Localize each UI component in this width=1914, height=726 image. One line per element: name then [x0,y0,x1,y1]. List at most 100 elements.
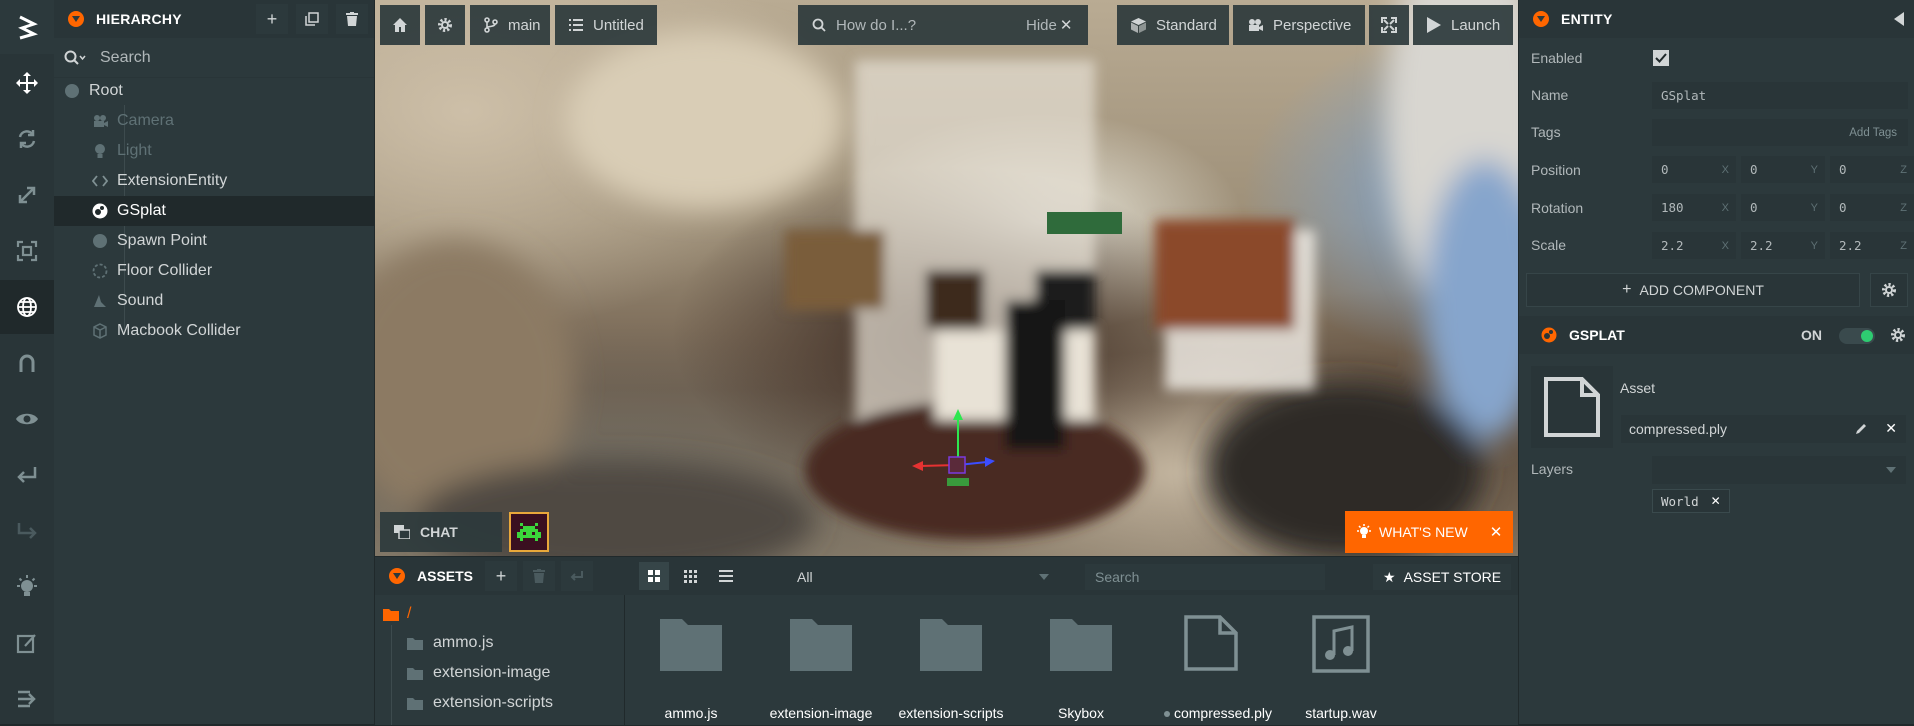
translate-tool-icon[interactable] [0,56,54,110]
asset-back-button[interactable] [561,561,593,591]
rotation-z-field[interactable]: 0Z [1830,194,1914,221]
large-grid-view-button[interactable] [639,562,669,590]
asset-tile-ammo-js[interactable] [626,617,756,717]
gsplat-component-header[interactable]: GSPLAT ON [1519,316,1914,354]
camera-icon [92,113,108,129]
asset-tile-startup-wav[interactable] [1276,615,1406,715]
undo-icon[interactable] [0,448,54,502]
tree-item-macbook-collider[interactable]: Macbook Collider [54,316,375,346]
gsplat-toggle[interactable] [1839,328,1875,344]
redo-icon[interactable] [0,504,54,558]
close-icon[interactable]: ✕ [1060,16,1073,34]
tree-item-light[interactable]: Light [54,136,375,166]
help-search[interactable]: How do I...? Hide ✕ [798,5,1088,45]
enabled-checkbox[interactable] [1653,50,1669,66]
scene-list-button[interactable]: Untitled [555,5,657,45]
scale-tool-icon[interactable] [0,168,54,222]
name-label: Name [1531,87,1569,103]
home-icon [393,18,407,32]
asset-thumbnail[interactable] [1531,366,1613,448]
clear-asset-icon[interactable]: ✕ [1885,420,1897,437]
position-y-field[interactable]: 0Y [1741,156,1825,183]
gear-icon[interactable] [1890,327,1906,343]
collapse-chevron-icon[interactable] [1533,11,1549,27]
tree-item-extensionentity[interactable]: ExtensionEntity [54,166,375,196]
delete-asset-button[interactable] [523,561,555,591]
tree-item-gsplat[interactable]: GSplat [54,196,375,226]
collapse-chevron-icon[interactable] [389,568,405,584]
branch-button[interactable]: main [470,5,550,45]
tree-item-root[interactable]: Root [54,76,375,106]
asset-value: compressed.ply [1629,421,1728,437]
rotate-tool-icon[interactable] [0,112,54,166]
tree-item-spawn-point[interactable]: Spawn Point [54,226,375,256]
rotation-x-field[interactable]: 180 X [1652,194,1736,221]
home-button[interactable] [380,5,420,45]
asset-tile-compressed-ply[interactable] [1146,615,1276,715]
duplicate-entity-button[interactable] [296,4,328,34]
rotation-label: Rotation [1531,200,1584,216]
asset-tile-extension-image[interactable] [756,617,886,717]
scale-x-field[interactable]: 2.2 X [1652,232,1736,259]
asset-tile-skybox[interactable] [1016,617,1146,717]
collapse-chevron-icon[interactable] [68,11,84,27]
folder-item[interactable]: extension-image [407,659,550,687]
add-asset-button[interactable]: + [485,561,517,591]
asset-tile-label: extension-image [769,705,873,721]
component-settings-button[interactable] [1870,273,1908,307]
layer-tag-world[interactable]: World ✕ [1652,489,1730,513]
asset-tile-extension-scripts[interactable] [886,617,1016,717]
layers-select[interactable] [1652,456,1906,484]
rotation-y-field[interactable]: 0Y [1741,194,1825,221]
asset-type-filter[interactable]: All [787,564,1063,590]
tree-item-floor-collider[interactable]: Floor Collider [54,256,375,286]
scale-z-field[interactable]: 2.2 Z [1830,232,1914,259]
whats-new-banner[interactable]: WHAT'S NEW ✕ [1345,511,1513,553]
edit-pencil-icon[interactable] [1855,422,1868,435]
position-x-field[interactable]: 0X [1652,156,1736,183]
tree-item-sound[interactable]: Sound [54,286,375,316]
focus-eye-icon[interactable] [0,392,54,446]
user-avatar[interactable] [509,512,549,552]
render-mode-button[interactable]: Standard [1117,5,1229,45]
chat-button[interactable]: CHAT [380,512,502,552]
help-search-input[interactable]: How do I...? [836,17,1026,34]
folder-root[interactable]: / [383,600,411,628]
camera-select-button[interactable]: Perspective [1233,5,1365,45]
snap-magnet-icon[interactable] [0,336,54,390]
axis-x-label: X [1721,201,1729,214]
scene-viewport[interactable]: main Untitled How do I...? Hide ✕ Standa… [375,0,1518,556]
add-component-button[interactable]: + ADD COMPONENT [1526,273,1860,307]
hide-help-button[interactable]: Hide [1026,17,1057,34]
fullscreen-button[interactable] [1369,5,1409,45]
folder-item[interactable]: extension-scripts [407,689,553,717]
tree-item-camera[interactable]: Camera [54,106,375,136]
position-y-value: 0 [1750,162,1758,177]
search-input[interactable]: Search [100,49,151,67]
code-editor-icon[interactable] [0,616,54,670]
small-grid-view-button[interactable] [675,562,705,590]
world-space-icon[interactable] [0,280,54,334]
name-field[interactable]: GSplat [1652,82,1908,109]
asset-search-input[interactable]: Search [1085,564,1325,590]
asset-store-button[interactable]: ★ ASSET STORE [1373,564,1511,590]
collapse-panel-icon[interactable] [1894,12,1904,26]
playcanvas-logo-icon[interactable] [0,0,54,54]
publish-icon[interactable] [0,672,54,726]
folder-item[interactable]: ammo.js [407,629,493,657]
position-z-field[interactable]: 0Z [1830,156,1914,183]
resize-element-tool-icon[interactable] [0,224,54,278]
tree-item-label: Macbook Collider [117,322,241,339]
delete-entity-button[interactable] [336,4,368,34]
hierarchy-search[interactable]: Search [54,38,374,78]
close-icon[interactable]: ✕ [1490,523,1503,541]
add-entity-button[interactable]: + [256,4,288,34]
settings-button[interactable] [425,5,465,45]
asset-field[interactable]: compressed.ply ✕ [1621,415,1906,443]
remove-tag-icon[interactable]: ✕ [1711,494,1721,508]
lightmapper-bulb-icon[interactable] [0,560,54,614]
scale-y-field[interactable]: 2.2 Y [1741,232,1825,259]
launch-button[interactable]: Launch [1413,5,1513,45]
list-view-button[interactable] [711,562,741,590]
tags-field[interactable]: Add Tags [1652,119,1908,146]
